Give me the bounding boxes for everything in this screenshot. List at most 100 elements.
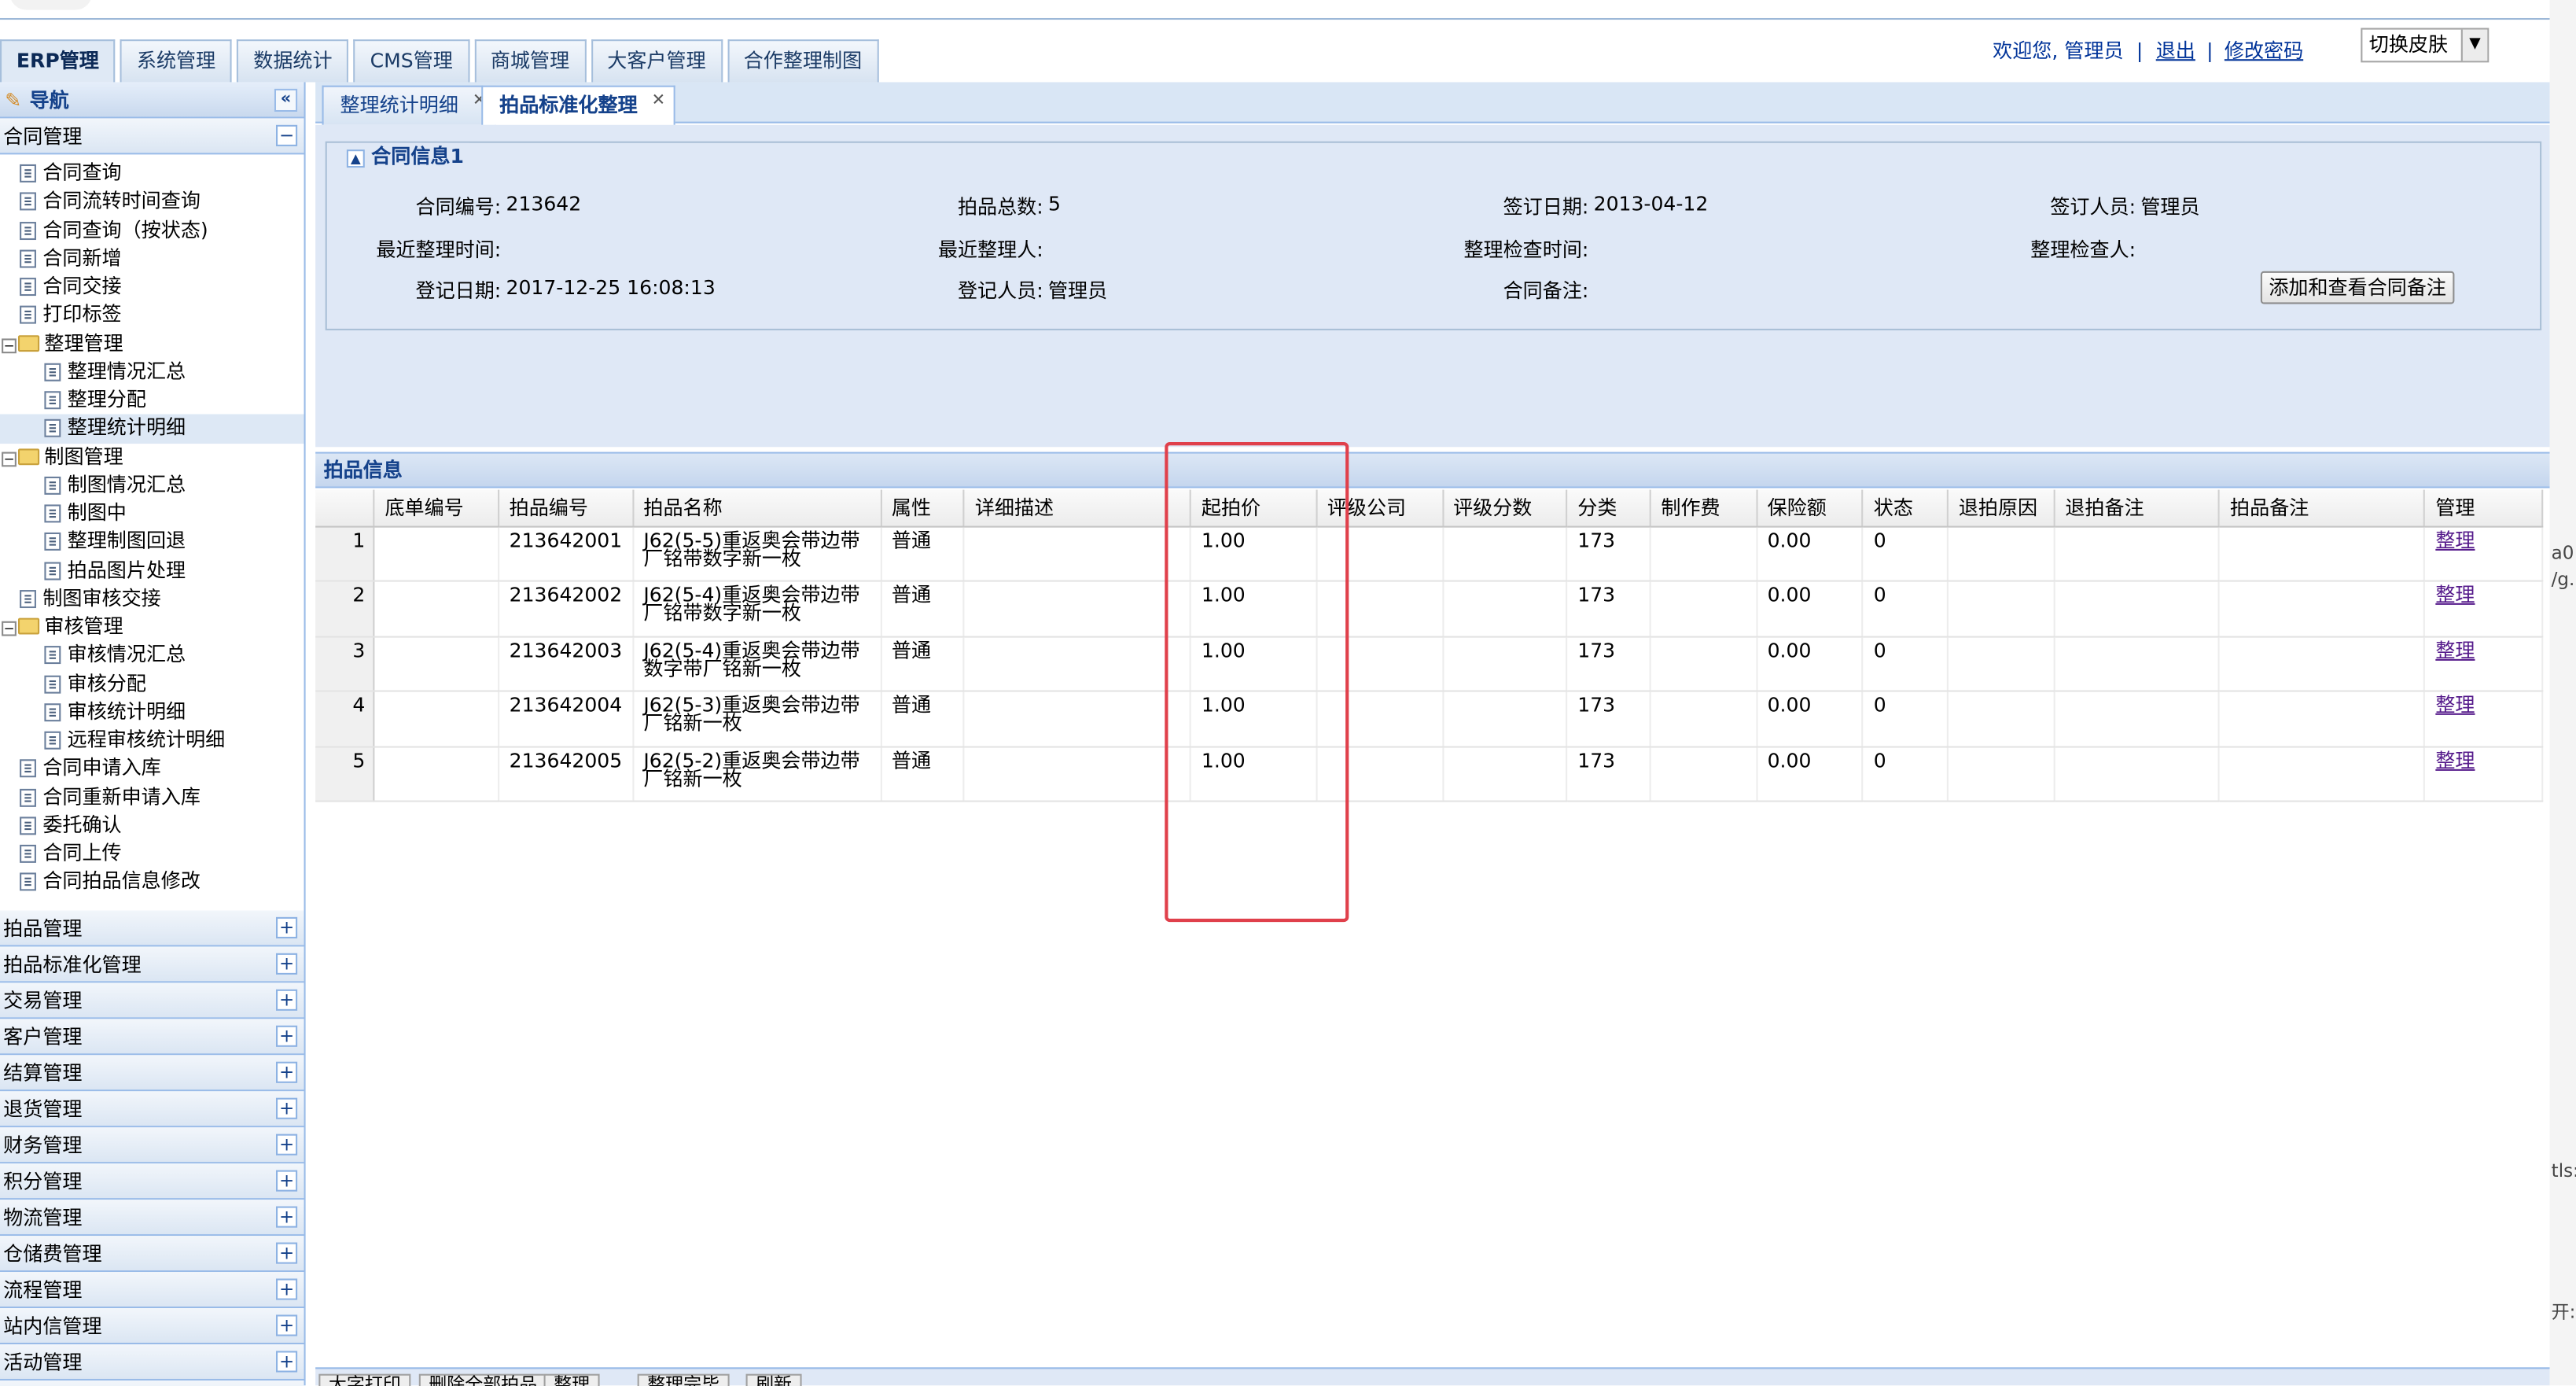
tree-item[interactable]: 整理分配 — [0, 386, 304, 415]
toolbar-button[interactable]: 整理 — [543, 1373, 600, 1386]
tree-folder[interactable]: − 整理管理 — [0, 330, 304, 358]
expand-icon[interactable]: + — [276, 1025, 298, 1047]
toolbar-button[interactable]: 刷新 — [745, 1373, 802, 1386]
collapse-node-icon[interactable]: − — [2, 451, 17, 466]
skin-select[interactable]: 切换皮肤 ▼ — [2361, 28, 2490, 63]
change-password-link[interactable]: 修改密码 — [2225, 39, 2303, 62]
expand-icon[interactable]: + — [276, 1242, 298, 1264]
manage-link[interactable]: 整理 — [2435, 639, 2475, 662]
expand-icon[interactable]: + — [276, 1133, 298, 1156]
manage-link[interactable]: 整理 — [2435, 749, 2475, 772]
top-tab[interactable]: 大客户管理 — [591, 39, 723, 83]
tree-item[interactable]: 合同查询（按状态) — [0, 216, 304, 245]
tree-item[interactable]: 制图中 — [0, 499, 304, 528]
nav-group-header[interactable]: 财务管理 + — [0, 1127, 304, 1164]
collapse-icon[interactable]: − — [276, 124, 298, 146]
column-header[interactable] — [315, 489, 375, 527]
top-tab[interactable]: 数据统计 — [237, 39, 349, 83]
add-note-button[interactable]: 添加和查看合同备注 — [2260, 271, 2455, 304]
tree-item[interactable]: 合同上传 — [0, 840, 304, 868]
toolbar-button[interactable]: 大字打印 — [318, 1373, 411, 1386]
tree-item[interactable]: 合同新增 — [0, 245, 304, 273]
expand-icon[interactable]: + — [276, 1206, 298, 1228]
nav-group-header[interactable]: 结算管理 + — [0, 1055, 304, 1092]
collapse-node-icon[interactable]: − — [2, 337, 17, 353]
top-tab[interactable]: ERP管理 — [0, 39, 116, 83]
column-header[interactable]: 底单编号 — [374, 489, 500, 527]
tree-item[interactable]: 合同拍品信息修改 — [0, 868, 304, 897]
top-tab[interactable]: 合作整理制图 — [727, 39, 879, 83]
tree-item[interactable]: 委托确认 — [0, 812, 304, 840]
collapse-up-icon[interactable]: ▲ — [346, 149, 365, 168]
column-header[interactable]: 属性 — [881, 489, 966, 527]
column-header[interactable]: 拍品编号 — [499, 489, 634, 527]
tree-item[interactable]: 制图审核交接 — [0, 584, 304, 613]
tree-item[interactable]: 合同流转时间查询 — [0, 188, 304, 216]
collapse-sidebar-icon[interactable]: « — [274, 88, 298, 112]
tab-organize-stats[interactable]: 整理统计明细 ✕ — [322, 85, 497, 125]
top-tab[interactable]: CMS管理 — [353, 39, 469, 83]
table-row[interactable]: 5 213642005 J62(5-2)重返奥会带边带厂铭新一枚 普通 1.00 173 0… — [315, 746, 2544, 803]
tree-item[interactable]: 合同申请入库 — [0, 755, 304, 783]
manage-link[interactable]: 整理 — [2435, 694, 2475, 717]
expand-icon[interactable]: + — [276, 953, 298, 975]
tree-item[interactable]: 合同查询 — [0, 160, 304, 188]
nav-group-header[interactable]: 活动管理 + — [0, 1344, 304, 1381]
tree-item[interactable]: 整理统计明细 — [0, 415, 304, 444]
column-header[interactable]: 拍品名称 — [632, 489, 882, 527]
table-row[interactable]: 3 213642003 J62(5-4)重返奥会带边带数字带厂铭新一枚 普通 1.00 1… — [315, 636, 2544, 693]
nav-group-header[interactable]: 退货管理 + — [0, 1091, 304, 1128]
tree-item[interactable]: 合同交接 — [0, 273, 304, 301]
tree-item[interactable]: 审核分配 — [0, 669, 304, 698]
nav-group-header[interactable]: 积分管理 + — [0, 1163, 304, 1200]
manage-link[interactable]: 整理 — [2435, 529, 2475, 551]
tree-item[interactable]: 合同重新申请入库 — [0, 783, 304, 812]
collapse-node-icon[interactable]: − — [2, 621, 17, 636]
column-header[interactable]: 详细描述 — [964, 489, 1192, 527]
top-tab[interactable]: 商城管理 — [474, 39, 587, 83]
tree-item[interactable]: 打印标签 — [0, 301, 304, 330]
tree-item[interactable]: 审核统计明细 — [0, 698, 304, 726]
top-tab[interactable]: 系统管理 — [120, 39, 233, 83]
tree-folder[interactable]: − 制图管理 — [0, 443, 304, 471]
tree-item[interactable]: 整理制图回退 — [0, 528, 304, 556]
expand-icon[interactable]: + — [276, 1097, 298, 1119]
nav-group-header[interactable]: 客户管理 + — [0, 1019, 304, 1056]
column-header[interactable]: 退拍备注 — [2054, 489, 2221, 527]
tree-item[interactable]: 整理情况汇总 — [0, 358, 304, 386]
contract-legend[interactable]: ▲ 合同信息1 — [340, 142, 471, 170]
close-icon[interactable]: ✕ — [652, 84, 666, 120]
expand-icon[interactable]: + — [276, 916, 298, 938]
tree-folder[interactable]: − 审核管理 — [0, 613, 304, 641]
table-row[interactable]: 1 213642001 J62(5-5)重返奥会带边带厂铭带数字新一枚 普通 1.00 1… — [315, 525, 2544, 582]
nav-group-header[interactable]: 仓储费管理 + — [0, 1236, 304, 1273]
expand-icon[interactable]: + — [276, 1351, 298, 1373]
nav-group-header[interactable]: 交易管理 + — [0, 982, 304, 1019]
expand-icon[interactable]: + — [276, 1314, 298, 1336]
tree-item[interactable]: 拍品图片处理 — [0, 556, 304, 584]
nav-group-header[interactable]: 拍品标准化管理 + — [0, 946, 304, 983]
tree-item[interactable]: 审核情况汇总 — [0, 641, 304, 669]
nav-group-header[interactable]: 流程管理 + — [0, 1272, 304, 1309]
tab-standardize[interactable]: 拍品标准化整理 ✕ — [481, 84, 675, 125]
logout-link[interactable]: 退出 — [2156, 39, 2195, 62]
nav-group-header[interactable]: 拍品管理 + — [0, 910, 304, 947]
column-header[interactable]: 制作费 — [1650, 489, 1758, 527]
expand-icon[interactable]: + — [276, 1061, 298, 1083]
column-header[interactable]: 保险额 — [1757, 489, 1864, 527]
expand-icon[interactable]: + — [276, 989, 298, 1011]
column-header[interactable]: 状态 — [1863, 489, 1949, 527]
tree-item[interactable]: 制图情况汇总 — [0, 471, 304, 499]
column-header[interactable]: 管理 — [2424, 489, 2544, 527]
column-header[interactable]: 退拍原因 — [1948, 489, 2055, 527]
column-header[interactable]: 拍品备注 — [2219, 489, 2426, 527]
tree-item[interactable]: 远程审核统计明细 — [0, 726, 304, 754]
column-header[interactable]: 分类 — [1566, 489, 1651, 527]
manage-link[interactable]: 整理 — [2435, 584, 2475, 606]
toolbar-button[interactable]: 整理完毕 — [637, 1373, 730, 1386]
toolbar-button[interactable]: 删除全部拍品 — [418, 1373, 547, 1386]
nav-group-header[interactable]: 物流管理 + — [0, 1200, 304, 1237]
expand-icon[interactable]: + — [276, 1278, 298, 1300]
column-header[interactable]: 评级分数 — [1442, 489, 1568, 527]
expand-icon[interactable]: + — [276, 1170, 298, 1192]
